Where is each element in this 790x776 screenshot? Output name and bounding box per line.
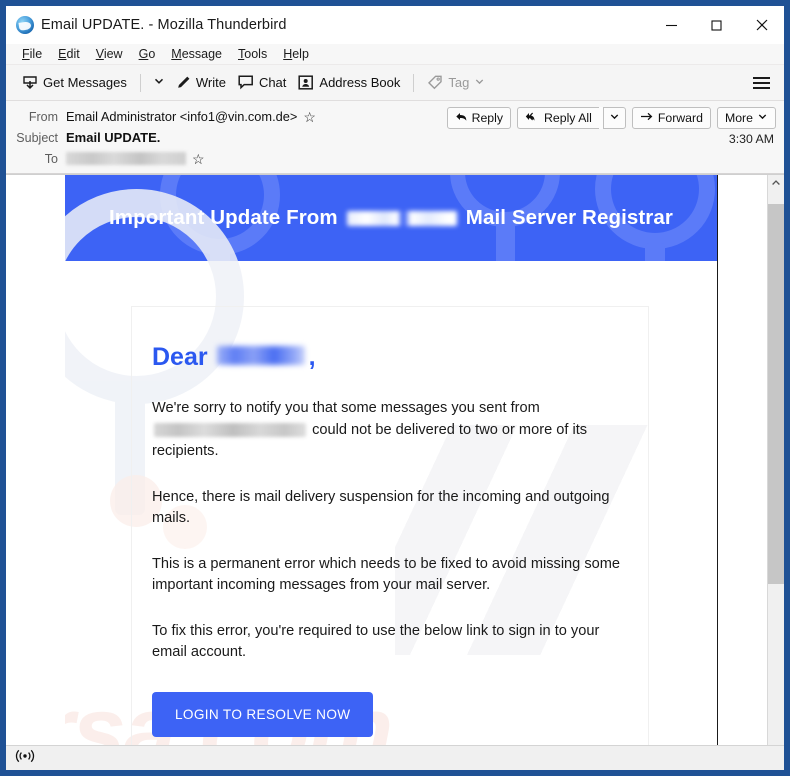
chevron-down-icon — [757, 111, 768, 125]
tag-label: Tag — [448, 75, 470, 90]
star-icon[interactable]: ☆ — [192, 152, 205, 166]
chevron-down-icon — [609, 111, 620, 125]
reply-all-label: Reply All — [544, 111, 592, 125]
from-value[interactable]: Email Administrator <info1@vin.com.de> ☆ — [66, 109, 316, 124]
menu-file[interactable]: File — [14, 44, 50, 64]
email-paragraph-4: To fix this error, you're required to us… — [152, 622, 600, 661]
get-messages-label: Get Messages — [43, 75, 127, 90]
forward-button[interactable]: Forward — [631, 107, 711, 129]
contact-card-icon — [298, 75, 314, 90]
window-controls — [649, 6, 784, 44]
greeting-comma: , — [308, 343, 316, 371]
banner-prefix: Important Update From — [109, 206, 338, 229]
message-header: From Email Administrator <info1@vin.com.… — [6, 101, 784, 174]
to-label: To — [44, 151, 58, 166]
email-banner: Important Update From Mail Server Regist… — [65, 175, 717, 261]
thunderbird-window: Email UPDATE. - Mozilla Thunderbird File… — [6, 6, 784, 770]
address-book-label: Address Book — [319, 75, 401, 90]
scrollbar-thumb[interactable] — [768, 204, 784, 584]
chevron-down-icon — [153, 74, 165, 92]
subject-label: Subject — [16, 130, 58, 145]
email-content-card: Dear , We're sorry to notify you that so… — [131, 306, 649, 745]
chat-button[interactable]: Chat — [232, 72, 292, 93]
email-paragraph-3: This is a permanent error which needs to… — [152, 555, 621, 594]
to-value[interactable]: ☆ — [66, 152, 205, 166]
tag-button[interactable]: Tag — [421, 72, 491, 93]
banner-suffix: Mail Server Registrar — [465, 206, 673, 229]
toolbar-separator-2 — [413, 73, 415, 92]
paragraph-1-redacted-address — [154, 422, 306, 437]
greeting-prefix: Dear — [152, 343, 208, 371]
from-address: Email Administrator <info1@vin.com.de> — [66, 109, 298, 124]
window-title: Email UPDATE. - Mozilla Thunderbird — [41, 17, 287, 33]
login-to-resolve-now-button[interactable]: LOGIN TO RESOLVE NOW — [152, 691, 374, 737]
menu-message[interactable]: Message — [163, 44, 230, 64]
speech-bubble-icon — [238, 75, 254, 90]
message-reader: Important Update From Mail Server Regist… — [6, 174, 784, 745]
write-label: Write — [195, 75, 226, 90]
star-icon[interactable]: ☆ — [303, 110, 316, 124]
get-messages-button[interactable]: Get Messages — [16, 72, 133, 94]
to-row: To ☆ — [14, 148, 776, 169]
reply-all-dropdown[interactable] — [602, 107, 626, 129]
minimize-button[interactable] — [649, 6, 694, 44]
chevron-down-icon — [474, 75, 485, 90]
reply-all-button[interactable]: Reply All — [517, 107, 599, 129]
more-label: More — [724, 111, 753, 125]
to-address-redacted — [66, 152, 186, 165]
menu-edit[interactable]: Edit — [50, 44, 88, 64]
menu-bar: File Edit View Go Message Tools Help — [6, 44, 784, 65]
forward-arrow-icon — [640, 111, 654, 125]
address-book-button[interactable]: Address Book — [292, 72, 406, 93]
close-button[interactable] — [739, 6, 784, 44]
message-actions: Reply Reply All Forward More — [441, 107, 776, 129]
reply-all-arrow-icon — [525, 111, 540, 126]
maximize-button[interactable] — [694, 6, 739, 44]
email-paragraph-2: Hence, there is mail delivery suspension… — [152, 488, 610, 527]
thunderbird-icon — [16, 16, 34, 34]
email-greeting: Dear , — [152, 343, 628, 372]
download-inbox-icon — [22, 75, 38, 91]
forward-label: Forward — [657, 111, 703, 125]
chat-label: Chat — [258, 75, 287, 90]
chevron-up-icon — [771, 175, 781, 193]
menu-go[interactable]: Go — [131, 44, 164, 64]
message-time: 3:30 AM — [728, 132, 774, 146]
vertical-scrollbar[interactable] — [767, 175, 784, 745]
menu-help[interactable]: Help — [275, 44, 317, 64]
toolbar-separator-1 — [139, 73, 141, 92]
broadcast-icon — [15, 749, 35, 768]
reply-button[interactable]: Reply — [446, 107, 512, 129]
subject-value: Email UPDATE. — [66, 130, 161, 145]
main-toolbar: Get Messages Write Chat Address Book Tag — [6, 65, 784, 101]
paragraph-1-part-1: We're sorry to notify you that some mess… — [152, 400, 540, 416]
scroll-up-button[interactable] — [768, 175, 784, 192]
tag-icon — [427, 75, 443, 90]
subject-row: Subject Email UPDATE. — [14, 127, 776, 148]
menu-view[interactable]: View — [88, 44, 131, 64]
mail-body-pane: Important Update From Mail Server Regist… — [6, 175, 767, 745]
banner-title: Important Update From Mail Server Regist… — [109, 206, 673, 230]
menu-tools[interactable]: Tools — [230, 44, 275, 64]
reply-all-button-group: Reply All — [517, 107, 626, 129]
from-label: From — [28, 109, 58, 124]
title-bar: Email UPDATE. - Mozilla Thunderbird — [6, 6, 784, 44]
hamburger-menu-icon[interactable] — [747, 73, 776, 93]
email-sheet: Important Update From Mail Server Regist… — [65, 175, 718, 745]
greeting-name-redacted — [216, 346, 305, 365]
scrollbar-track[interactable] — [768, 192, 784, 745]
status-bar — [6, 745, 784, 770]
email-paragraph-1: We're sorry to notify you that some mess… — [152, 398, 624, 463]
banner-domain-redacted — [346, 210, 457, 226]
reply-label: Reply — [471, 111, 504, 125]
desktop-backdrop: Email UPDATE. - Mozilla Thunderbird File… — [0, 0, 790, 776]
pencil-icon — [176, 75, 191, 90]
get-messages-dropdown[interactable] — [148, 71, 170, 95]
more-button[interactable]: More — [716, 107, 776, 129]
reply-arrow-icon — [455, 111, 468, 126]
write-button[interactable]: Write — [170, 72, 232, 93]
